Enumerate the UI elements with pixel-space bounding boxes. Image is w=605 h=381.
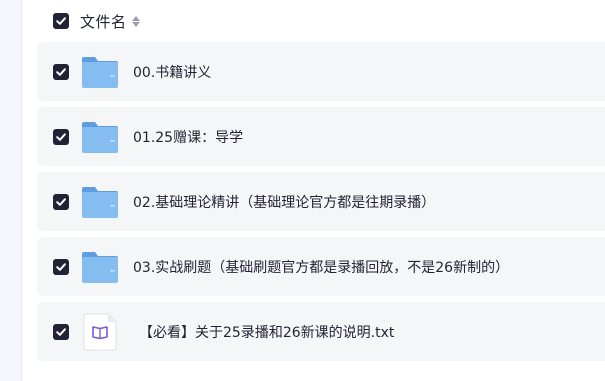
folder-icon: [81, 118, 119, 156]
row-checkbox[interactable]: [53, 258, 69, 275]
file-row[interactable]: 02.基础理论精讲（基础理论官方都是往期录播）: [37, 172, 605, 231]
file-name[interactable]: 01.25赠课：导学: [133, 127, 243, 147]
checkmark-icon: [56, 262, 66, 271]
file-row[interactable]: 00.书籍讲义: [37, 42, 605, 101]
checkmark-icon: [56, 132, 66, 141]
file-name[interactable]: 03.实战刷题（基础刷题官方都是录播回放，不是26新制的）: [133, 257, 509, 277]
file-row[interactable]: 【必看】关于25录播和26新课的说明.txt: [37, 302, 605, 361]
file-row[interactable]: 03.实战刷题（基础刷题官方都是录播回放，不是26新制的）: [37, 237, 605, 296]
text-file-icon: [81, 313, 119, 351]
checkmark-icon: [56, 327, 66, 336]
sort-icon[interactable]: [131, 14, 140, 28]
row-checkbox[interactable]: [53, 193, 69, 210]
folder-icon: [81, 53, 119, 91]
file-name[interactable]: 【必看】关于25录播和26新课的说明.txt: [139, 322, 394, 342]
file-list-header: 文件名: [37, 0, 605, 42]
checkmark-icon: [56, 197, 66, 206]
folder-icon: [81, 183, 119, 221]
left-panel-edge: [0, 0, 22, 381]
select-all-checkbox[interactable]: [53, 13, 69, 29]
row-checkbox[interactable]: [53, 323, 69, 340]
file-row[interactable]: 01.25赠课：导学: [37, 107, 605, 166]
file-name[interactable]: 02.基础理论精讲（基础理论官方都是往期录播）: [133, 192, 435, 212]
file-name[interactable]: 00.书籍讲义: [133, 62, 211, 82]
column-header-filename[interactable]: 文件名: [80, 11, 127, 32]
row-checkbox[interactable]: [53, 128, 69, 145]
checkmark-icon: [56, 67, 66, 76]
file-list: 00.书籍讲义 01.25赠课：导学 02.基础理论精讲（基础理论官方都是往期录…: [37, 42, 605, 367]
folder-icon: [81, 248, 119, 286]
checkmark-icon: [56, 17, 66, 25]
row-checkbox[interactable]: [53, 63, 69, 80]
